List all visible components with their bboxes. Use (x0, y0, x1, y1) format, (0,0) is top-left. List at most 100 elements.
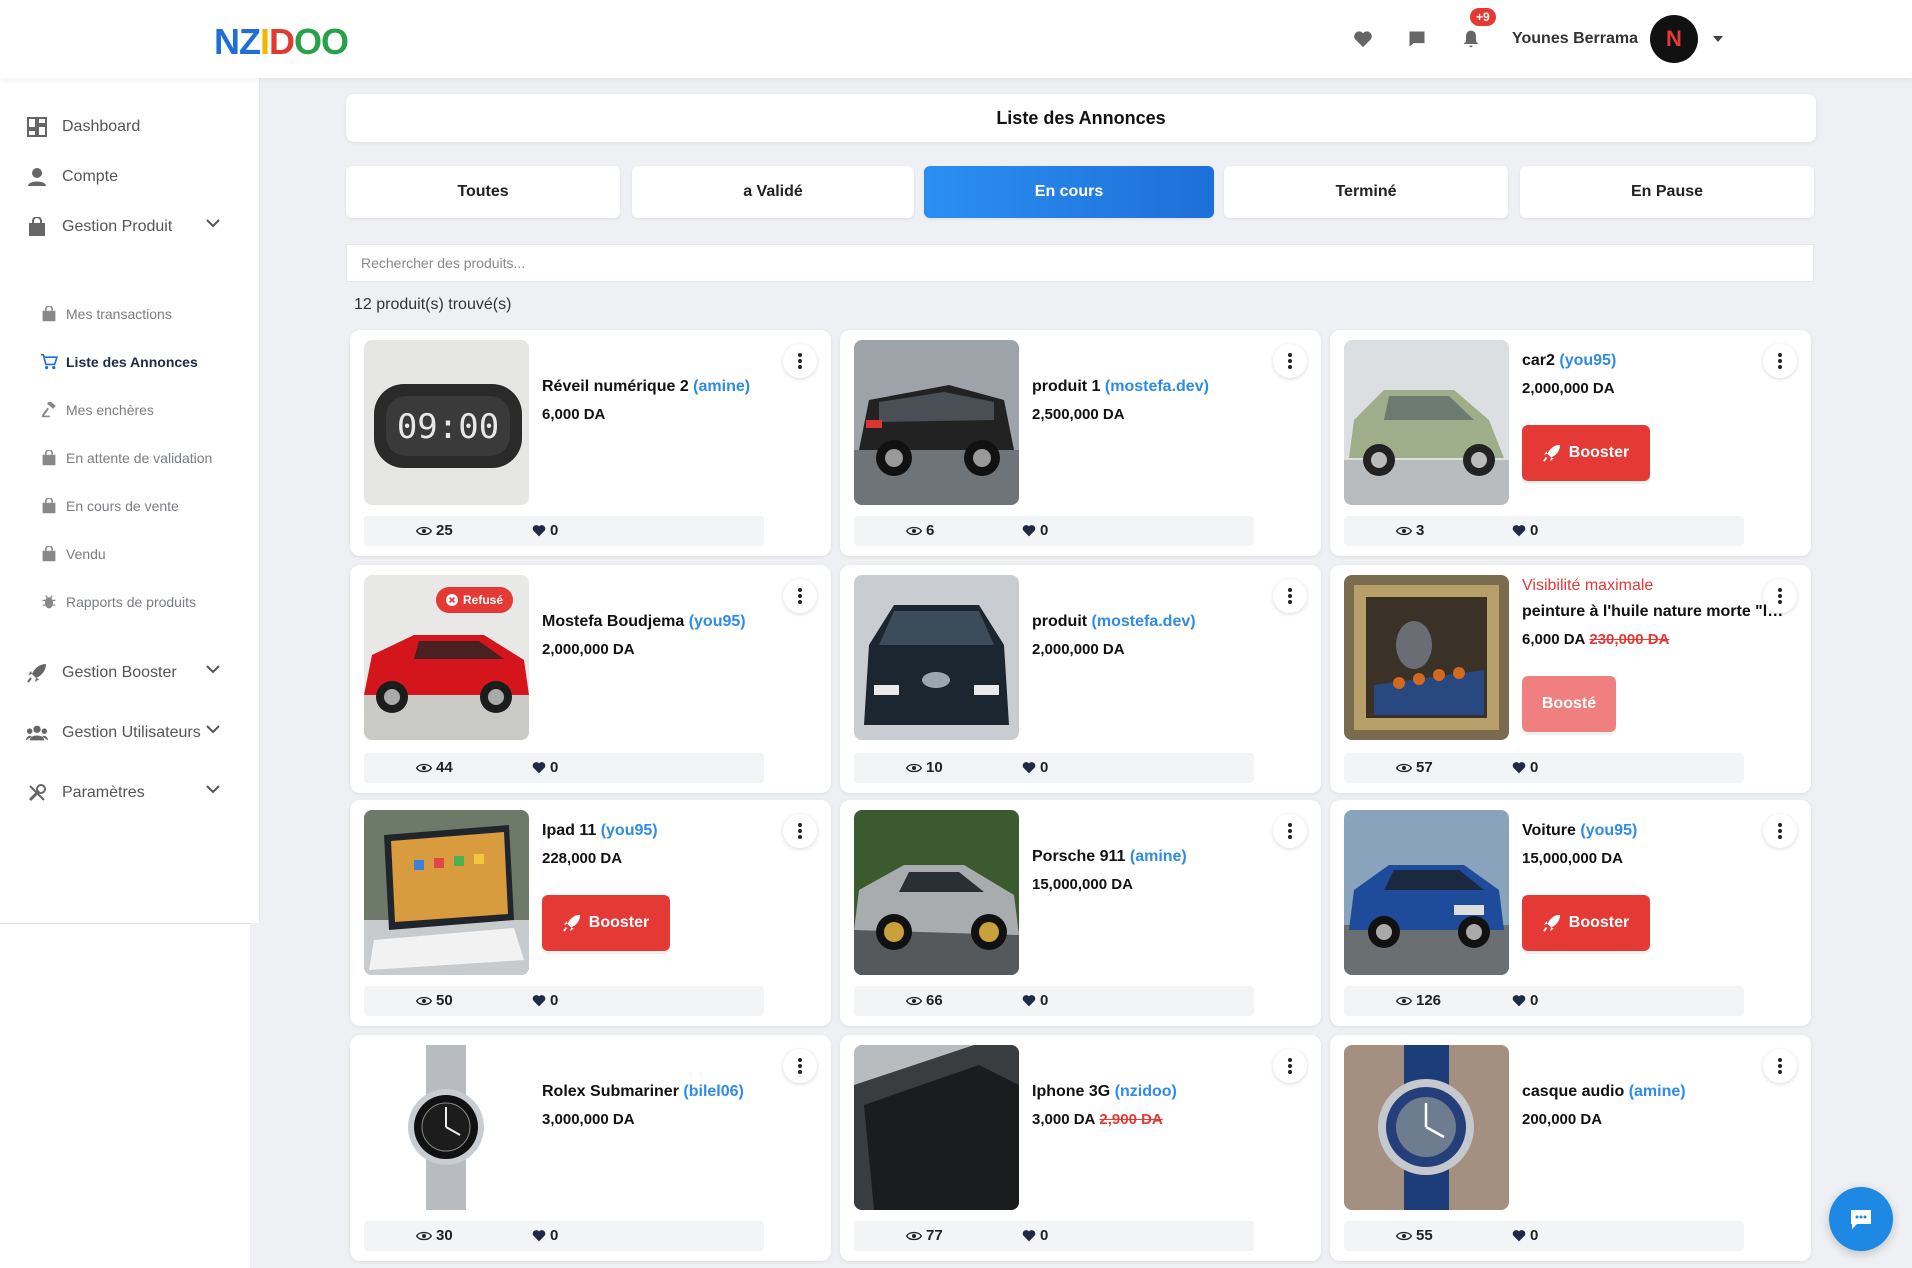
product-title[interactable]: peinture à l'huile nature morte "le ... (1522, 603, 1791, 621)
views-stat: 57 (1396, 759, 1433, 776)
avatar[interactable]: N (1650, 15, 1698, 63)
product-image[interactable] (854, 340, 1019, 505)
card-menu-button[interactable] (783, 344, 817, 378)
product-card[interactable]: produit (mostefa.dev) 2,000,000 DA 10 0 (840, 565, 1321, 793)
product-title[interactable]: produit (mostefa.dev) (1032, 613, 1301, 631)
card-menu-button[interactable] (1763, 1049, 1797, 1083)
user-menu-toggle[interactable] (1698, 36, 1738, 42)
user-name[interactable]: Younes Berrama (1512, 30, 1638, 48)
product-card[interactable]: Visibilité maximale peinture à l'huile n… (1330, 565, 1811, 793)
tab-en-cours[interactable]: En cours (924, 166, 1214, 218)
seller-name[interactable]: (you95) (1559, 352, 1616, 369)
card-menu-button[interactable] (1273, 1049, 1307, 1083)
booster-button[interactable]: Booster (1522, 425, 1650, 481)
product-title[interactable]: Mostefa Boudjema (you95) (542, 613, 811, 631)
product-image[interactable] (1344, 340, 1509, 505)
seller-name[interactable]: (amine) (1130, 848, 1187, 865)
seller-name[interactable]: (nzidoo) (1115, 1083, 1177, 1100)
seller-name[interactable]: (mostefa.dev) (1092, 613, 1196, 630)
likes-stat: 0 (1022, 759, 1048, 776)
tab-en-pause[interactable]: En Pause (1520, 166, 1814, 218)
seller-name[interactable]: (you95) (1580, 822, 1637, 839)
tab-toutes[interactable]: Toutes (346, 166, 620, 218)
tab-a-valide[interactable]: a Validé (632, 166, 914, 218)
product-card[interactable]: Refusé Mostefa Boudjema (you95) 2,000,00… (350, 565, 831, 793)
product-card[interactable]: Iphone 3G (nzidoo) 3,000 DA 2,900 DA 77 0 (840, 1035, 1321, 1261)
seller-name[interactable]: (you95) (601, 822, 658, 839)
product-name: Mostefa Boudjema (542, 613, 685, 630)
product-image[interactable] (854, 810, 1019, 975)
seller-name[interactable]: (amine) (693, 378, 750, 395)
product-title[interactable]: Rolex Submariner (bilel06) (542, 1083, 811, 1101)
product-card[interactable]: casque audio (amine) 200,000 DA 55 0 (1330, 1035, 1811, 1261)
likes-stat: 0 (1512, 1227, 1538, 1244)
sidebar-item-gestion-utilisateurs[interactable]: Gestion Utilisateurs (0, 708, 250, 758)
price-value: 2,000,000 DA (1032, 641, 1125, 658)
sidebar-sub-en-cours-vente[interactable]: En cours de vente (0, 486, 250, 526)
card-menu-button[interactable] (783, 1049, 817, 1083)
chat-button[interactable] (1829, 1187, 1893, 1251)
views-count: 57 (1416, 759, 1433, 776)
product-image[interactable] (1344, 810, 1509, 975)
card-menu-button[interactable] (1273, 344, 1307, 378)
product-title[interactable]: Iphone 3G (nzidoo) (1032, 1083, 1301, 1101)
seller-name[interactable]: (bilel06) (683, 1083, 743, 1100)
card-menu-button[interactable] (1273, 579, 1307, 613)
seller-name[interactable]: (mostefa.dev) (1105, 378, 1209, 395)
card-menu-button[interactable] (783, 579, 817, 613)
price-value: 15,000,000 DA (1522, 850, 1623, 867)
search-input[interactable] (346, 244, 1814, 282)
sidebar-item-parametres[interactable]: Paramètres (0, 768, 250, 818)
product-title[interactable]: car2 (you95) (1522, 352, 1791, 370)
product-image[interactable]: Refusé (364, 575, 529, 740)
product-image[interactable] (854, 575, 1019, 740)
views-stat: 77 (906, 1227, 943, 1244)
product-card[interactable]: Voiture (you95) 15,000,000 DA Booster 12… (1330, 800, 1811, 1026)
product-image[interactable] (1344, 575, 1509, 740)
booster-button[interactable]: Booster (1522, 895, 1650, 951)
price-value: 3,000 DA (1032, 1111, 1096, 1128)
sidebar-item-compte[interactable]: Compte (0, 152, 250, 202)
likes-count: 0 (1530, 759, 1539, 776)
product-image[interactable] (364, 1045, 529, 1210)
product-image[interactable] (1344, 1045, 1509, 1210)
product-image[interactable]: 09:00 (364, 340, 529, 505)
product-title[interactable]: Voiture (you95) (1522, 822, 1791, 840)
sidebar-sub-rapports[interactable]: Rapports de produits (0, 582, 250, 622)
views-stat: 55 (1396, 1227, 1433, 1244)
more-vertical-icon (798, 353, 802, 369)
boosted-button: Boosté (1522, 676, 1616, 732)
sidebar-sub-vendu[interactable]: Vendu (0, 534, 250, 574)
product-price: 2,500,000 DA (1032, 406, 1301, 423)
notifications-button[interactable]: +9 (1444, 0, 1498, 78)
sidebar-item-dashboard[interactable]: Dashboard (0, 102, 250, 152)
product-card[interactable]: car2 (you95) 2,000,000 DA Booster 3 0 (1330, 330, 1811, 556)
sidebar-sub-mes-transactions[interactable]: Mes transactions (0, 294, 250, 334)
favorites-button[interactable] (1336, 0, 1390, 78)
sidebar-item-gestion-booster[interactable]: Gestion Booster (0, 648, 250, 698)
product-card[interactable]: produit 1 (mostefa.dev) 2,500,000 DA 6 0 (840, 330, 1321, 556)
messages-button[interactable] (1390, 0, 1444, 78)
booster-button[interactable]: Booster (542, 895, 670, 951)
card-menu-button[interactable] (1273, 814, 1307, 848)
product-card[interactable]: Rolex Submariner (bilel06) 3,000,000 DA … (350, 1035, 831, 1261)
product-stats: 50 0 (364, 986, 764, 1016)
product-card[interactable]: Porsche 911 (amine) 15,000,000 DA 66 0 (840, 800, 1321, 1026)
product-image[interactable] (364, 810, 529, 975)
sidebar-sub-en-attente[interactable]: En attente de validation (0, 438, 250, 478)
product-title[interactable]: produit 1 (mostefa.dev) (1032, 378, 1301, 396)
sidebar-item-gestion-produit[interactable]: Gestion Produit (0, 202, 250, 252)
sidebar-sub-mes-encheres[interactable]: Mes enchères (0, 390, 250, 430)
product-title[interactable]: Réveil numérique 2 (amine) (542, 378, 811, 396)
sidebar-sub-liste-annonces[interactable]: Liste des Annonces (0, 342, 250, 382)
nzidoo-logo[interactable]: NZIDOO (214, 24, 349, 60)
product-title[interactable]: Porsche 911 (amine) (1032, 848, 1301, 866)
product-card[interactable]: Ipad 11 (you95) 228,000 DA Booster 50 0 (350, 800, 831, 1026)
product-title[interactable]: Ipad 11 (you95) (542, 822, 811, 840)
product-title[interactable]: casque audio (amine) (1522, 1083, 1791, 1101)
product-card[interactable]: 09:00 Réveil numérique 2 (amine) 6,000 D… (350, 330, 831, 556)
product-image[interactable] (854, 1045, 1019, 1210)
tab-termine[interactable]: Terminé (1224, 166, 1508, 218)
seller-name[interactable]: (amine) (1629, 1083, 1686, 1100)
seller-name[interactable]: (you95) (689, 613, 746, 630)
